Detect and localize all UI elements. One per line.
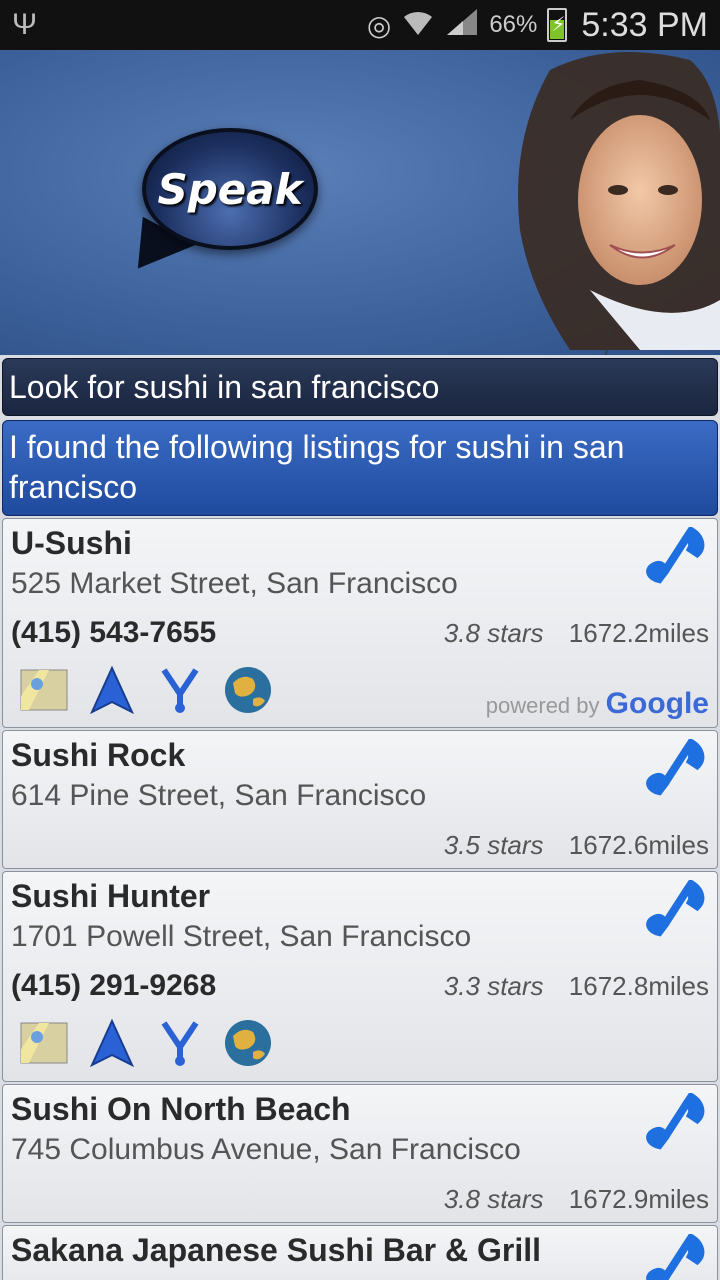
listing-name: U-Sushi (11, 525, 132, 561)
assistant-avatar (518, 52, 720, 350)
listing-actions (11, 1008, 709, 1078)
listing-card[interactable]: U-Sushi 525 Market Street, San Francisco… (2, 518, 718, 728)
listing-phone[interactable]: (415) 543-7655 (11, 616, 216, 650)
sync-icon: ◎ (366, 9, 392, 41)
listing-card[interactable]: Sushi On North Beach 745 Columbus Avenue… (2, 1084, 718, 1223)
powered-by-google: powered by Google (486, 687, 709, 721)
directions-icon[interactable] (155, 1018, 205, 1068)
listing-rating: 3.3 stars (443, 970, 544, 1001)
call-icon[interactable] (645, 878, 705, 940)
listing-phone[interactable]: (415) 291-9268 (11, 969, 216, 1003)
listing-name: Sakana Japanese Sushi Bar & Grill (11, 1232, 542, 1268)
listing-rating: 3.8 stars (443, 617, 544, 648)
listing-distance: 1672.6miles (568, 829, 709, 860)
map-icon[interactable] (19, 665, 69, 715)
signal-icon (445, 7, 479, 44)
listing-distance: 1672.2miles (568, 617, 709, 648)
status-icons: ◎ 66% ⚡ 5:33 PM (367, 6, 708, 45)
navigate-icon[interactable] (87, 1018, 137, 1068)
call-icon[interactable] (645, 525, 705, 587)
website-globe-icon[interactable] (223, 665, 273, 715)
speak-button[interactable]: Speak (142, 128, 318, 250)
call-icon[interactable] (645, 1232, 705, 1280)
status-bar: Ψ ◎ 66% ⚡ 5:33 PM (0, 0, 720, 50)
listing-card[interactable]: Sushi Hunter 1701 Powell Street, San Fra… (2, 871, 718, 1082)
listing-distance: 1672.8miles (568, 970, 709, 1001)
listing-rating: 3.8 stars (443, 1183, 544, 1214)
listing-name: Sushi On North Beach (11, 1091, 351, 1127)
header-banner: Speak (0, 50, 720, 355)
listing-name: Sushi Hunter (11, 878, 211, 914)
listing-card[interactable]: Sakana Japanese Sushi Bar & Grill (2, 1225, 718, 1280)
navigate-icon[interactable] (87, 665, 137, 715)
assistant-response: I found the following listings for sushi… (2, 420, 718, 516)
listing-address: 1701 Powell Street, San Francisco (11, 920, 472, 953)
usb-icon: Ψ (12, 8, 38, 41)
listing-results: U-Sushi 525 Market Street, San Francisco… (0, 518, 720, 1280)
website-globe-icon[interactable] (223, 1018, 273, 1068)
listing-distance: 1672.9miles (568, 1183, 709, 1214)
listing-address: 745 Columbus Avenue, San Francisco (11, 1133, 521, 1166)
user-query: Look for sushi in san francisco (2, 358, 718, 416)
battery-icon: ⚡ (547, 8, 568, 42)
clock: 5:33 PM (581, 5, 708, 44)
listing-rating: 3.5 stars (443, 829, 544, 860)
listing-address: 614 Pine Street, San Francisco (11, 779, 427, 812)
listing-card[interactable]: Sushi Rock 614 Pine Street, San Francisc… (2, 730, 718, 869)
battery-percent: 66% (489, 11, 538, 38)
listing-address: 525 Market Street, San Francisco (11, 567, 458, 600)
listing-name: Sushi Rock (11, 737, 186, 773)
google-logo: Google (605, 687, 709, 720)
powered-by-prefix: powered by (485, 693, 600, 718)
map-icon[interactable] (19, 1018, 69, 1068)
wifi-icon (401, 7, 435, 44)
directions-icon[interactable] (155, 665, 205, 715)
call-icon[interactable] (645, 737, 705, 799)
call-icon[interactable] (645, 1091, 705, 1153)
speak-label: Speak (157, 164, 303, 214)
